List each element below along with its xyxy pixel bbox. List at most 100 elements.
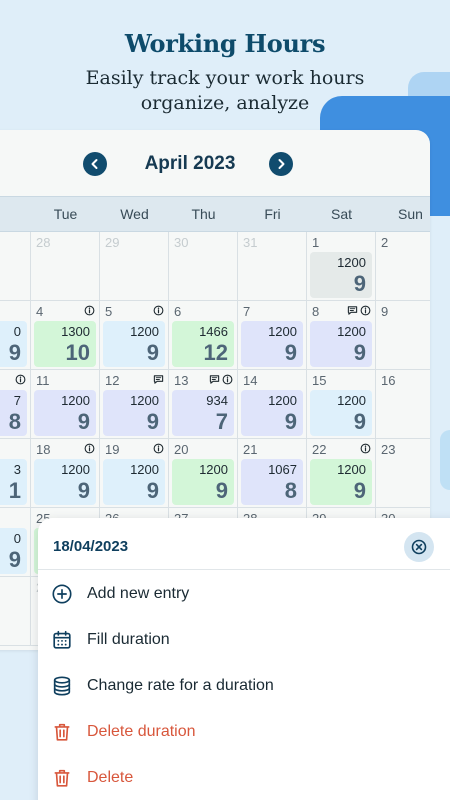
day-number: 23 [381,442,396,457]
weekday-label: Wed [120,206,149,222]
entry-amount: 1200 [337,393,366,408]
entry-amount: 1300 [61,324,90,339]
calendar-icon [53,630,71,649]
day-entry: 1200 9 [310,321,372,367]
add-circle-icon [52,584,72,604]
calendar-day-cell[interactable]: 23 [376,439,430,508]
close-button[interactable] [404,532,434,562]
info-icon [153,443,164,454]
calendar-day-cell[interactable] [0,232,31,301]
calendar-day-cell[interactable]: 6 1466 12 [169,301,238,370]
calendar-day-cell[interactable]: 21 1067 8 [238,439,307,508]
calendar-day-cell[interactable]: 9 [376,301,430,370]
calendar-day-cell[interactable]: 16 [376,370,430,439]
menu-item-fill-duration[interactable]: Fill duration [38,617,450,663]
day-indicators [153,443,164,454]
entry-amount: 1466 [199,324,228,339]
calendar-day-cell[interactable]: 18 1200 9 [31,439,100,508]
entry-amount: 1200 [268,393,297,408]
entry-amount: 1067 [268,462,297,477]
day-number: 19 [105,442,120,457]
entry-hours: 9 [284,409,297,434]
calendar-day-cell[interactable]: 29 [100,232,169,301]
day-entry: 1300 10 [34,321,96,367]
calendar-day-cell[interactable]: 31 [0,439,31,508]
day-number: 2 [381,235,389,250]
calendar-day-cell[interactable]: 2 [376,232,430,301]
calendar-day-cell[interactable]: 09 [0,301,31,370]
entry-amount: 1200 [130,393,159,408]
calendar-day-cell[interactable]: 20 1200 9 [169,439,238,508]
day-number: 4 [36,304,44,319]
day-actions-sheet: 18/04/2023 Add new entry Fill duration Cha… [38,518,450,800]
day-indicators [153,305,164,316]
entry-amount: 7 [13,393,21,408]
calendar-day-cell[interactable]: 5 1200 9 [100,301,169,370]
info-icon [360,305,371,316]
calendar-day-cell[interactable] [0,577,31,646]
menu-item-add-new-entry[interactable]: Add new entry [38,571,450,617]
next-month-button[interactable] [269,152,293,176]
entry-amount: 3 [13,462,21,477]
entry-hours: 10 [65,340,90,365]
entry-hours: 9 [284,340,297,365]
entry-hours: 9 [215,478,228,503]
calendar-day-cell[interactable]: 14 1200 9 [238,370,307,439]
day-number: 6 [174,304,182,319]
day-number: 5 [105,304,113,319]
day-number: 12 [105,373,120,388]
info-icon [360,443,371,454]
day-entry: 1466 12 [172,321,234,367]
day-entry: 31 [0,459,27,505]
entry-amount: 1200 [337,324,366,339]
weekday-header: Tue Wed Thu Fri Sat Sun [0,196,430,232]
calendar-day-cell[interactable]: 8 1200 9 [307,301,376,370]
calendar-day-cell[interactable]: 13 934 7 [169,370,238,439]
menu-item-change-rate-for-a-duration[interactable]: Change rate for a duration [38,663,450,709]
menu-item-delete[interactable]: Delete [38,755,450,800]
entry-hours: 9 [77,409,90,434]
calendar-day-cell[interactable]: 11 1200 9 [31,370,100,439]
calendar-day-cell[interactable]: 1 1200 9 [307,232,376,301]
menu-item-label: Fill duration [87,631,170,648]
calendar-day-cell[interactable]: 22 1200 9 [307,439,376,508]
info-icon [222,374,233,385]
entry-hours: 9 [146,409,159,434]
day-entry: 1200 9 [172,459,234,505]
day-number: 20 [174,442,189,457]
calendar-day-cell[interactable]: 12 1200 9 [100,370,169,439]
menu-item-delete-duration[interactable]: Delete duration [38,709,450,755]
trash-icon [54,723,70,741]
day-entry: 1067 8 [241,459,303,505]
day-entry: 1200 9 [103,321,165,367]
calendar-day-cell[interactable]: 78 [0,370,31,439]
info-icon [15,374,26,385]
entry-amount: 1200 [268,324,297,339]
day-number: 18 [36,442,51,457]
page-subtitle: Easily track your work hours organize, a… [85,67,365,114]
entry-hours: 1 [8,478,21,503]
calendar-day-cell[interactable]: 15 1200 9 [307,370,376,439]
calendar-day-cell[interactable]: 30 [169,232,238,301]
calendar-day-cell[interactable]: 7 1200 9 [238,301,307,370]
day-number: 14 [243,373,258,388]
info-icon [153,305,164,316]
previous-month-button[interactable] [83,152,107,176]
entry-hours: 9 [353,478,366,503]
entry-amount: 0 [13,324,21,339]
calendar-day-cell[interactable]: 4 1300 10 [31,301,100,370]
selected-date: 18/04/2023 [53,538,129,555]
month-navigation: April 2023 [0,130,430,196]
entry-hours: 12 [203,340,228,365]
menu-item-label: Change rate for a duration [87,677,274,694]
calendar-day-cell[interactable]: 09 [0,508,31,577]
day-number: 8 [312,304,320,319]
chevron-right-icon [278,159,285,169]
calendar-day-cell[interactable]: 31 [238,232,307,301]
entry-hours: 9 [8,547,21,572]
calendar-day-cell[interactable]: 28 [31,232,100,301]
entry-amount: 1200 [130,324,159,339]
entry-amount: 1200 [337,462,366,477]
calendar-day-cell[interactable]: 19 1200 9 [100,439,169,508]
info-icon [84,443,95,454]
